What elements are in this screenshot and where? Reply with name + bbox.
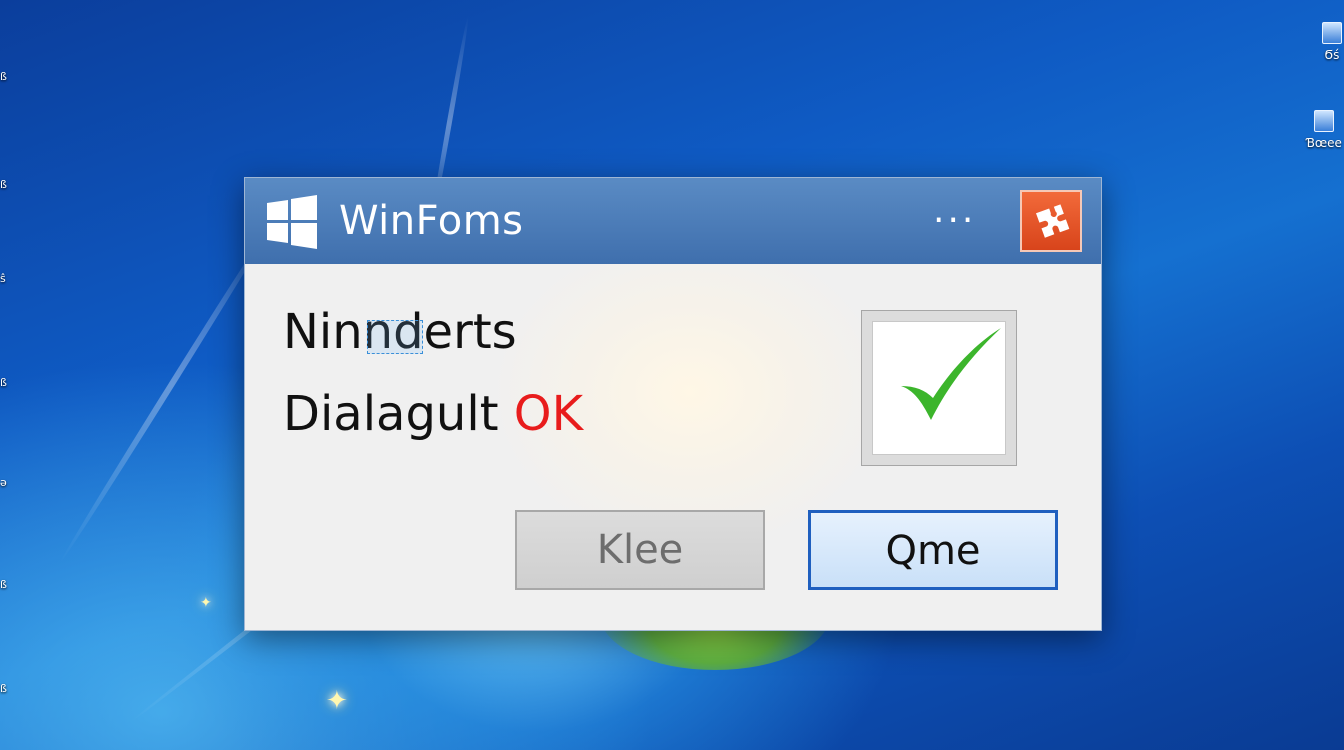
desktop-icon-label[interactable]: ß [0, 70, 7, 83]
windows-logo-icon [265, 195, 319, 249]
primary-button[interactable]: Qme [808, 510, 1058, 590]
wallpaper-sparkle: ✦ [200, 595, 212, 611]
text-selection-box [367, 320, 423, 354]
message-text: Dialagult [283, 386, 499, 442]
message-text-line2: Dialagult OK [283, 386, 583, 442]
desktop-icon-label[interactable]: ß [0, 376, 7, 389]
message-highlight: OK [513, 386, 584, 442]
dialog-title: WinFoms [339, 198, 524, 244]
file-icon [1322, 22, 1342, 44]
checkmark-image [861, 310, 1017, 466]
desktop-icon-label[interactable]: ß [0, 682, 7, 695]
more-options-icon[interactable]: ··· [933, 203, 976, 239]
file-icon [1314, 110, 1334, 132]
dialog-titlebar[interactable]: WinFoms ··· [245, 178, 1101, 264]
close-button[interactable] [1020, 190, 1082, 252]
desktop-icon[interactable]: Ɓœee [1304, 110, 1344, 150]
desktop-icon-label[interactable]: ǝ [0, 476, 7, 489]
desktop-icon-label[interactable]: ß [0, 578, 7, 591]
check-icon [901, 328, 1001, 420]
desktop-icon-label: Ɓœee [1306, 136, 1342, 150]
desktop-icon-label[interactable]: ŝ [0, 272, 6, 285]
secondary-button[interactable]: Klee [515, 510, 765, 590]
puzzle-icon [1036, 204, 1070, 238]
checkmark-box [872, 321, 1006, 455]
desktop: ✦ ✦ ß ß ŝ ß ǝ ß ß Ϭś Ɓœee WinFoms ··· Ni… [0, 0, 1344, 750]
desktop-icon-label[interactable]: ß [0, 178, 7, 191]
message-dialog: WinFoms ··· Ninnderts Dialagult OK Klee [244, 177, 1102, 631]
desktop-icon-label: Ϭś [1324, 48, 1340, 62]
dialog-body: Ninnderts Dialagult OK Klee Qme [245, 264, 1101, 630]
wallpaper-sparkle: ✦ [326, 686, 348, 716]
desktop-icon[interactable]: Ϭś [1312, 22, 1344, 62]
